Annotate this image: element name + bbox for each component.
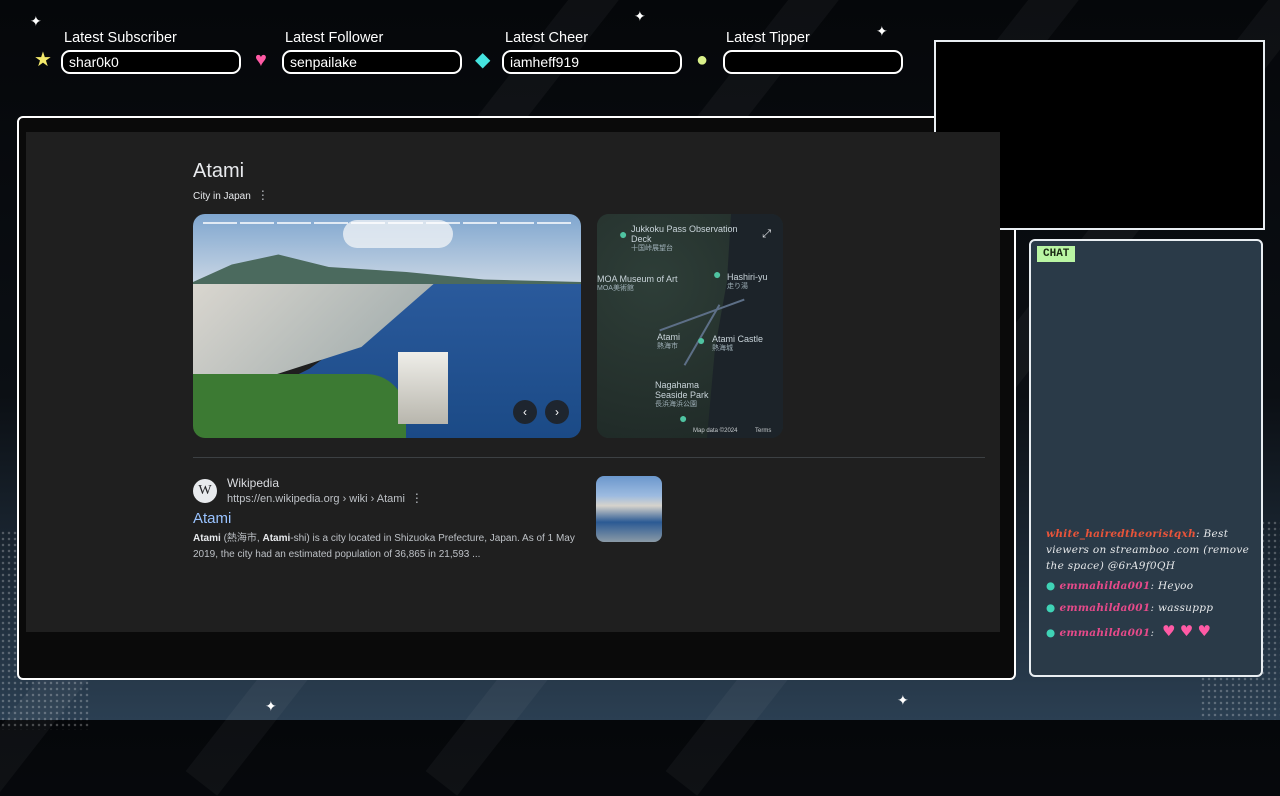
widget-title: Latest Subscriber <box>64 30 177 46</box>
chat-username[interactable]: white_hairedtheoristqxh <box>1046 528 1196 540</box>
map-label: Atami Castle 熱海城 <box>712 334 764 352</box>
subtitle-text: City in Japan <box>193 191 251 202</box>
chat-username[interactable]: emmahilda001 <box>1059 602 1150 614</box>
more-options-icon[interactable]: ⋮ <box>411 491 423 505</box>
next-image-button[interactable]: › <box>545 400 569 424</box>
map-attribution: Map data ©2024 <box>693 428 738 434</box>
chat-message: white_hairedtheoristqxh: Best viewers on… <box>1046 528 1250 572</box>
search-result-panel: Atami City in Japan ⋮ ‹ › ⤢ ● Jukkoku Pas… <box>26 132 1000 632</box>
result-title-link[interactable]: Atami <box>193 510 231 527</box>
more-options-icon[interactable]: ⋮ <box>257 188 269 202</box>
map-label: MOA Museum of Art MOA美術館 <box>597 274 678 292</box>
wikipedia-icon: W <box>193 479 217 503</box>
chat-message: ● emmahilda001: wassuppp <box>1046 602 1214 614</box>
knowledge-panel-title: Atami <box>193 160 245 182</box>
widget-value: iamheff919 <box>502 50 682 74</box>
chat-username[interactable]: emmahilda001 <box>1059 580 1150 592</box>
widget-title: Latest Cheer <box>505 30 589 46</box>
map-label: Jukkoku Pass Observation Deck 十国峠展望台 <box>631 224 738 252</box>
chat-text: Heyoo <box>1157 580 1194 592</box>
gem-icon: ◆ <box>475 49 491 71</box>
chat-text: wassuppp <box>1157 602 1214 614</box>
prev-image-button[interactable]: ‹ <box>513 400 537 424</box>
user-badge-icon: ● <box>1046 627 1056 639</box>
expand-map-icon[interactable]: ⤢ <box>762 228 771 241</box>
heart-emote-icon: ♥ <box>1197 622 1212 640</box>
chat-username[interactable]: emmahilda001 <box>1059 627 1150 639</box>
sparkle-icon: ✦ <box>897 692 909 708</box>
knowledge-panel-subtitle: City in Japan ⋮ <box>193 188 269 202</box>
widget-value <box>723 50 903 74</box>
map-pin-icon: ● <box>713 266 722 282</box>
widget-value: senpailake <box>282 50 462 74</box>
widget-title: Latest Tipper <box>726 30 810 46</box>
map-label: Nagahama Seaside Park 長浜海浜公園 <box>655 380 709 408</box>
result-thumbnail[interactable] <box>596 476 662 542</box>
map-terms-link[interactable]: Terms <box>755 428 771 434</box>
divider <box>193 457 985 458</box>
city-photo[interactable]: ‹ › <box>193 214 581 438</box>
result-snippet: Atami (熱海市, Atami-shi) is a city located… <box>193 533 575 560</box>
map-pin-icon: ● <box>679 410 688 426</box>
map-label: Hashiri-yu 走り湯 <box>727 272 768 290</box>
star-icon: ★ <box>34 49 52 71</box>
coin-icon: ● <box>696 49 709 71</box>
carousel-progress <box>203 222 571 224</box>
sparkle-icon: ✦ <box>634 8 646 24</box>
heart-icon: ♥ <box>255 49 267 71</box>
user-badge-icon: ● <box>1046 602 1056 614</box>
heart-emote-icon: ♥ <box>1179 622 1194 640</box>
result-source: Wikipedia <box>227 476 280 490</box>
chat-tag: CHAT <box>1037 246 1076 262</box>
sparkle-icon: ✦ <box>876 23 888 39</box>
sparkle-icon: ✦ <box>265 698 277 714</box>
map-label: Atami 熱海市 <box>657 332 681 350</box>
widget-value: shar0k0 <box>61 50 241 74</box>
map-pin-icon: ● <box>619 226 628 242</box>
result-url-text: https://en.wikipedia.org › wiki › Atami <box>227 493 405 505</box>
map-pin-icon: ● <box>697 332 706 348</box>
heart-emote-icon: ♥ <box>1161 622 1176 640</box>
chat-message: ● emmahilda001: ♥ ♥ ♥ <box>1046 622 1212 640</box>
location-map[interactable]: ⤢ ● Jukkoku Pass Observation Deck 十国峠展望台 … <box>597 214 783 438</box>
user-badge-icon: ● <box>1046 580 1056 592</box>
result-url: https://en.wikipedia.org › wiki › Atami ⋮ <box>227 491 423 505</box>
chat-message: ● emmahilda001: Heyoo <box>1046 580 1194 592</box>
widget-title: Latest Follower <box>285 30 384 46</box>
sparkle-icon: ✦ <box>30 13 42 29</box>
